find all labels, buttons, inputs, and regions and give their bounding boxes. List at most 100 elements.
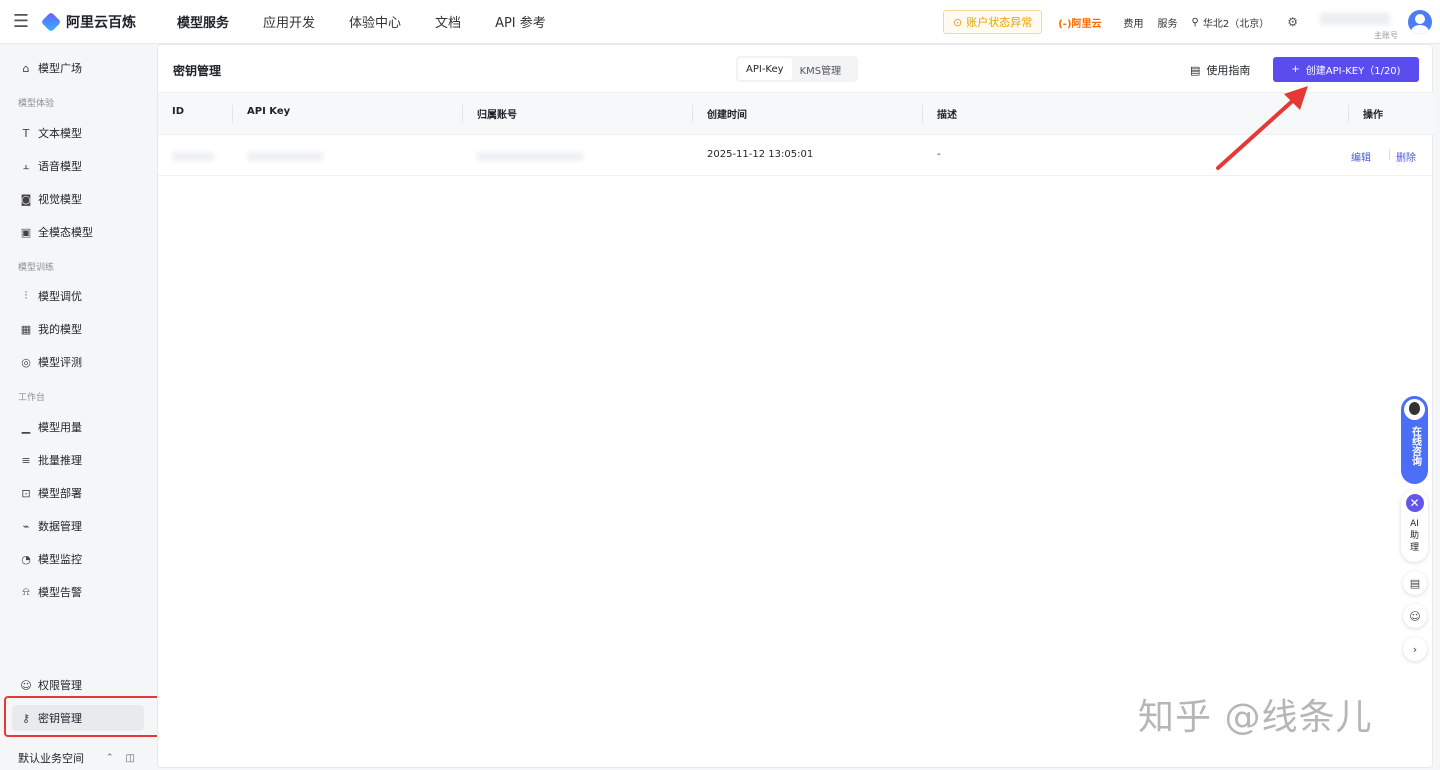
create-api-key-button[interactable]: + 创建API-KEY（1/20)	[1273, 57, 1419, 82]
sidebar-item-my-models[interactable]: ▦ 我的模型	[12, 316, 144, 342]
sidebar-item-usage[interactable]: ▁ 模型用量	[12, 414, 144, 440]
pie-icon: ◔	[21, 552, 31, 566]
app-logo[interactable]: 阿里云百炼	[40, 11, 136, 32]
sidebar: ⌂ 模型广场 模型体验 T 文本模型 ⫠ 语音模型 ◙ 视觉模型 ▣ 全模态模型 模型训练…	[0, 44, 178, 770]
col-ops: 操作	[1363, 110, 1383, 121]
sidebar-item-voice-model[interactable]: ⫠ 语音模型	[12, 153, 144, 179]
tab-experience[interactable]: 体验中心	[349, 12, 401, 31]
annotation-arrow	[1216, 86, 1308, 170]
smile-icon[interactable]: ☺	[1403, 604, 1427, 628]
col-divider	[1348, 105, 1349, 123]
collapse-panel-icon[interactable]: ◫	[126, 753, 135, 764]
online-consult-button[interactable]: 在线咨询	[1401, 396, 1428, 484]
service-link[interactable]: 服务	[1158, 15, 1178, 30]
op-divider	[1389, 149, 1390, 160]
group-label-experience: 模型体验	[18, 99, 55, 109]
ai-assistant-button[interactable]: ✕ AI助理	[1401, 490, 1428, 562]
plus-icon: +	[1291, 64, 1300, 75]
warning-text: 账户状态异常	[966, 16, 1033, 29]
sidebar-item-permission[interactable]: ☺ 权限管理	[12, 672, 144, 698]
top-bar: ☰ 阿里云百炼 模型服务 应用开发 体验中心 文档 API 参考 ⊙ 账户状态异…	[0, 0, 1440, 44]
watermark: 知乎 @线条儿	[1138, 697, 1373, 738]
sidebar-item-text-model[interactable]: T 文本模型	[12, 120, 144, 146]
sidebar-item-omni-model[interactable]: ▣ 全模态模型	[12, 219, 144, 245]
grid-icon: ▦	[20, 322, 32, 336]
account-name-blurred	[1320, 13, 1390, 25]
col-api-key: API Key	[247, 106, 291, 117]
warning-icon: ⊙	[953, 15, 963, 29]
ai-label: AI助理	[1409, 519, 1419, 553]
workspace-switcher[interactable]: 默认业务空间 ⌃ ◫	[18, 750, 148, 766]
user-avatar[interactable]	[1408, 10, 1432, 34]
col-divider	[692, 105, 693, 123]
sidebar-item-model-square[interactable]: ⌂ 模型广场	[12, 55, 144, 81]
ai-logo-icon: ✕	[1405, 494, 1424, 512]
bar-chart-icon: ▁	[21, 420, 31, 434]
sidebar-item-monitor[interactable]: ◔ 模型监控	[12, 546, 144, 572]
sidebar-item-label: 文本模型	[38, 127, 82, 140]
logo-icon	[40, 11, 62, 32]
text-icon: T	[22, 126, 30, 140]
tab-app-dev[interactable]: 应用开发	[263, 12, 315, 31]
aliyun-logo[interactable]: (-)阿里云	[1058, 15, 1101, 30]
seg-api-key[interactable]: API-Key	[738, 58, 792, 80]
app-name: 阿里云百炼	[66, 14, 136, 31]
id-blurred	[172, 152, 214, 161]
group-label-training: 模型训练	[18, 263, 55, 273]
chevron-up-icon[interactable]: ⌃	[106, 753, 114, 763]
seg-kms[interactable]: KMS管理	[792, 58, 850, 80]
square-icon: ⌂	[22, 61, 30, 75]
description: -	[937, 149, 941, 160]
sidebar-item-label: 权限管理	[38, 679, 82, 692]
tab-model-service[interactable]: 模型服务	[177, 12, 229, 31]
sidebar-item-label: 模型广场	[38, 62, 82, 75]
waveform-icon: ⫠	[22, 159, 30, 172]
region-selector[interactable]: ⚲ 华北2（北京）	[1192, 15, 1270, 30]
sidebar-item-tuning[interactable]: ⫶ 模型调优	[12, 283, 144, 309]
sidebar-item-label: 模型部署	[38, 487, 82, 500]
sidebar-item-evaluation[interactable]: ◎ 模型评测	[12, 349, 144, 375]
consult-label: 在线咨询	[1409, 426, 1421, 466]
hamburger-menu-icon[interactable]: ☰	[0, 0, 42, 44]
guide-link[interactable]: ▤ 使用指南	[1190, 62, 1250, 78]
sidebar-item-label: 我的模型	[38, 323, 82, 336]
col-account: 归属账号	[477, 110, 517, 121]
region-label: 华北2（北京）	[1202, 18, 1270, 30]
sidebar-item-label: 模型调优	[38, 290, 82, 303]
sidebar-item-deploy[interactable]: ⊡ 模型部署	[12, 480, 144, 506]
guide-label: 使用指南	[1206, 64, 1251, 77]
bell-icon: ⍾	[22, 585, 30, 598]
sidebar-item-label: 全模态模型	[38, 226, 93, 239]
sidebar-item-alert[interactable]: ⍾ 模型告警	[12, 579, 144, 605]
chevron-right-icon[interactable]: ›	[1403, 637, 1427, 661]
sidebar-item-label: 批量推理	[38, 454, 82, 467]
group-label-workbench: 工作台	[18, 393, 46, 403]
sidebar-item-label: 模型用量	[38, 421, 82, 434]
annotation-highlight-box	[4, 696, 178, 737]
sidebar-item-label: 语音模型	[38, 160, 82, 173]
settings-gear-icon[interactable]: ⚙	[1287, 15, 1298, 29]
video-icon: ▣	[20, 225, 32, 239]
compass-icon: ◎	[21, 355, 31, 369]
sidebar-item-batch[interactable]: ≡ 批量推理	[12, 447, 144, 473]
col-created: 创建时间	[707, 110, 747, 121]
fee-link[interactable]: 费用	[1124, 15, 1144, 30]
sidebar-item-data[interactable]: ⌁ 数据管理	[12, 513, 144, 539]
api-key-blurred	[247, 152, 323, 161]
tab-docs[interactable]: 文档	[435, 12, 461, 31]
document-icon: ▤	[1190, 63, 1201, 77]
col-desc: 描述	[937, 110, 957, 121]
edit-link[interactable]: 编辑	[1351, 149, 1371, 164]
workspace-name: 默认业务空间	[18, 752, 84, 765]
sidebar-item-label: 数据管理	[38, 520, 82, 533]
document-icon[interactable]: ▤	[1403, 571, 1427, 595]
sidebar-item-label: 模型评测	[38, 356, 82, 369]
account-info[interactable]: 主账号	[1316, 5, 1402, 40]
account-warning-badge[interactable]: ⊙ 账户状态异常	[943, 10, 1043, 34]
tab-api-ref[interactable]: API 参考	[495, 12, 546, 31]
trend-icon: ⌁	[22, 519, 30, 533]
sidebar-item-vision-model[interactable]: ◙ 视觉模型	[12, 186, 144, 212]
list-icon: ≡	[21, 453, 31, 467]
delete-link[interactable]: 删除	[1396, 149, 1416, 164]
page-title: 密钥管理	[173, 64, 222, 78]
